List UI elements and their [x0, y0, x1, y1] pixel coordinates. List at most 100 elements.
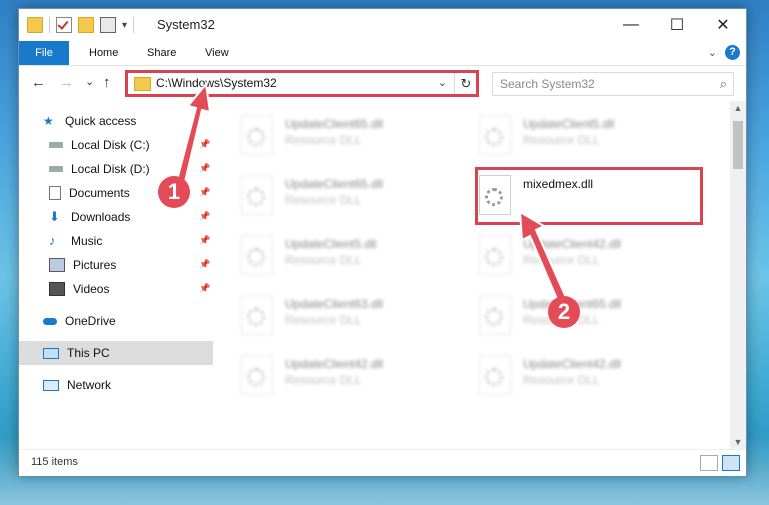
file-type: Resource DLL — [523, 373, 600, 387]
sidebar-item-downloads[interactable]: ⬇ Downloads 📌 — [49, 205, 213, 229]
file-type: Resource DLL — [523, 253, 600, 267]
gear-icon — [247, 188, 265, 206]
file-explorer-window: ▾ System32 — ☐ ✕ File Home Share View ⌄ … — [18, 8, 747, 476]
music-icon: ♪ — [49, 233, 56, 248]
dll-file-icon — [479, 295, 511, 335]
sidebar-item-network[interactable]: Network — [43, 373, 213, 397]
tab-file[interactable]: File — [19, 41, 69, 65]
gear-icon — [247, 308, 265, 326]
forward-button[interactable]: → — [59, 74, 74, 91]
dll-file-icon — [241, 115, 273, 155]
sidebar-item-label: Pictures — [73, 258, 117, 272]
gear-icon — [485, 188, 503, 206]
expand-ribbon-chevron-icon[interactable]: ⌄ — [708, 46, 717, 59]
file-name: UpdateClient42.dll — [523, 237, 622, 251]
view-options-icon[interactable] — [100, 17, 116, 33]
star-icon: ★ — [43, 114, 54, 128]
navigation-pane: ★ Quick access Local Disk (C:) 📌 Local D… — [19, 101, 213, 449]
file-list: UpdateClient65.dll Resource DLL UpdateCl… — [219, 101, 732, 449]
file-item[interactable]: UpdateClient65.dll Resource DLL — [219, 167, 439, 221]
file-item[interactable]: UpdateClient65.dll Resource DLL — [219, 107, 439, 161]
sidebar-item-label: OneDrive — [65, 314, 116, 328]
tab-share[interactable]: Share — [147, 41, 176, 65]
sidebar-item-quick-access[interactable]: ★ Quick access — [43, 109, 213, 133]
file-name: UpdateClient65.dll — [285, 117, 384, 131]
step-2-badge: 2 — [548, 296, 580, 328]
scroll-up-arrow-icon[interactable]: ▲ — [730, 101, 746, 115]
pin-icon[interactable]: 📌 — [199, 211, 210, 221]
dll-file-icon — [479, 235, 511, 275]
search-box[interactable]: Search System32 ⌕ — [492, 72, 734, 96]
new-folder-icon[interactable] — [78, 17, 94, 33]
pin-icon[interactable]: 📌 — [199, 235, 210, 245]
view-toggle — [700, 455, 740, 471]
file-name: UpdateClient5.dll — [285, 237, 377, 251]
window-controls: — ☐ ✕ — [608, 9, 746, 41]
file-type: Resource DLL — [285, 193, 362, 207]
minimize-button[interactable]: — — [608, 9, 654, 41]
tab-home[interactable]: Home — [89, 41, 118, 65]
scroll-thumb[interactable] — [733, 121, 743, 169]
pin-icon[interactable]: 📌 — [199, 187, 210, 197]
vertical-scrollbar[interactable]: ▲ ▼ — [730, 101, 746, 449]
pin-icon[interactable]: 📌 — [199, 139, 210, 149]
sidebar-item-onedrive[interactable]: OneDrive — [43, 309, 213, 333]
gear-icon — [485, 248, 503, 266]
sidebar-item-music[interactable]: ♪ Music 📌 — [49, 229, 213, 253]
file-name: UpdateClient65.dll — [285, 177, 384, 191]
address-bar[interactable]: C:\Windows\System32 ⌄ ↻ — [127, 72, 478, 96]
details-view-icon[interactable] — [700, 455, 718, 471]
refresh-button[interactable]: ↻ — [454, 73, 477, 95]
status-bar: 115 items — [19, 449, 746, 476]
tab-view[interactable]: View — [205, 41, 229, 65]
gear-icon — [485, 308, 503, 326]
sidebar-item-local-disk-c[interactable]: Local Disk (C:) 📌 — [49, 133, 213, 157]
file-name: UpdateClient42.dll — [285, 357, 384, 371]
pin-icon[interactable]: 📌 — [199, 163, 210, 173]
file-item[interactable]: UpdateClient42.dll Resource DLL — [457, 227, 677, 281]
dll-file-icon — [479, 355, 511, 395]
folder-icon — [134, 77, 151, 91]
sidebar-item-videos[interactable]: Videos 📌 — [49, 277, 213, 301]
customize-toolbar-chevron-icon[interactable]: ▾ — [122, 20, 127, 31]
up-button[interactable]: ↑ — [103, 74, 111, 91]
ribbon-tabs: File Home Share View ⌄ ? — [19, 41, 746, 66]
folder-icon — [27, 17, 43, 33]
address-dropdown-icon[interactable]: ⌄ — [438, 76, 447, 89]
search-icon: ⌕ — [719, 76, 727, 91]
file-item[interactable]: UpdateClient5.dll Resource DLL — [219, 227, 439, 281]
file-item[interactable]: UpdateClient5.dll Resource DLL — [457, 107, 677, 161]
title-bar: ▾ System32 — ☐ ✕ — [19, 9, 746, 41]
search-input[interactable]: Search System32 — [500, 77, 595, 91]
help-button[interactable]: ? — [725, 45, 740, 60]
recent-locations-button[interactable]: ⌄ — [85, 75, 94, 88]
sidebar-item-label: Music — [71, 234, 103, 248]
window-title: System32 — [157, 17, 215, 32]
document-icon — [49, 186, 61, 200]
file-item[interactable]: UpdateClient63.dll Resource DLL — [219, 287, 439, 341]
address-path[interactable]: C:\Windows\System32 — [156, 76, 277, 90]
properties-check-icon[interactable] — [56, 17, 72, 33]
sidebar-item-this-pc[interactable]: This PC — [19, 341, 213, 365]
file-name: UpdateClient63.dll — [285, 297, 384, 311]
maximize-button[interactable]: ☐ — [654, 9, 700, 41]
scroll-down-arrow-icon[interactable]: ▼ — [730, 435, 746, 449]
sidebar-item-label: Network — [67, 378, 112, 392]
close-button[interactable]: ✕ — [700, 9, 746, 41]
back-button[interactable]: ← — [31, 74, 46, 91]
gear-icon — [485, 368, 503, 386]
sidebar-item-local-disk-d[interactable]: Local Disk (D:) 📌 — [49, 157, 213, 181]
file-item[interactable]: UpdateClient42.dll Resource DLL — [457, 347, 677, 401]
file-item-mixedmex[interactable]: mixedmex.dll — [457, 167, 677, 221]
sidebar-item-label: Quick access — [65, 114, 137, 128]
file-type: Resource DLL — [285, 133, 362, 147]
sidebar-item-label: Documents — [69, 186, 130, 200]
sidebar-item-label: This PC — [67, 346, 110, 360]
file-item[interactable]: UpdateClient42.dll Resource DLL — [219, 347, 439, 401]
file-name: mixedmex.dll — [523, 177, 594, 191]
pin-icon[interactable]: 📌 — [199, 283, 210, 293]
pin-icon[interactable]: 📌 — [199, 259, 210, 269]
sidebar-item-pictures[interactable]: Pictures 📌 — [49, 253, 213, 277]
large-icons-view-icon[interactable] — [722, 455, 740, 471]
file-type: Resource DLL — [285, 373, 362, 387]
